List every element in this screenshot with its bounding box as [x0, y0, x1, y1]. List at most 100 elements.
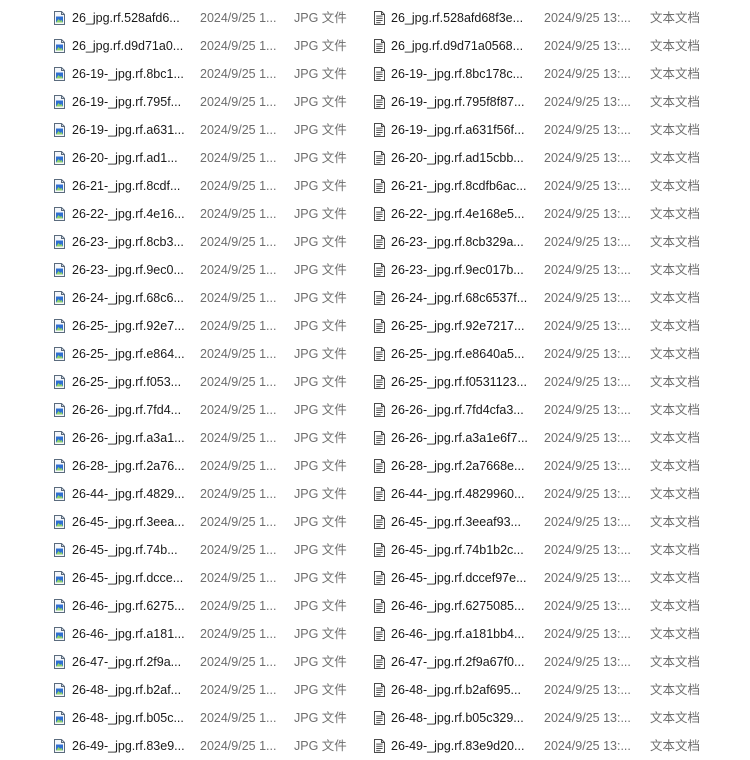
file-row[interactable]: 26-25-_jpg.rf.e8640a5... 2024/9/25 13:..…: [372, 340, 732, 368]
file-name[interactable]: 26-26-_jpg.rf.7fd4...: [72, 396, 184, 424]
file-name[interactable]: 26-46-_jpg.rf.6275085...: [391, 592, 529, 620]
file-name[interactable]: 26-21-_jpg.rf.8cdfb6ac...: [391, 172, 529, 200]
file-row[interactable]: 26-48-_jpg.rf.b2af695... 2024/9/25 13:..…: [372, 676, 732, 704]
file-name[interactable]: 26-26-_jpg.rf.7fd4cfa3...: [391, 396, 529, 424]
file-name[interactable]: 26-26-_jpg.rf.a3a1...: [72, 424, 184, 452]
file-row[interactable]: 26-46-_jpg.rf.a181... 2024/9/25 1... JPG…: [54, 620, 354, 648]
file-row[interactable]: 26-24-_jpg.rf.68c6... 2024/9/25 1... JPG…: [54, 284, 354, 312]
file-name[interactable]: 26-47-_jpg.rf.2f9a67f0...: [391, 648, 529, 676]
file-row[interactable]: 26-25-_jpg.rf.f053... 2024/9/25 1... JPG…: [54, 368, 354, 396]
file-row[interactable]: 26-19-_jpg.rf.795f8f87... 2024/9/25 13:.…: [372, 88, 732, 116]
file-name[interactable]: 26-45-_jpg.rf.74b1b2c...: [391, 536, 529, 564]
file-name[interactable]: 26-45-_jpg.rf.3eeaf93...: [391, 508, 529, 536]
file-name[interactable]: 26-23-_jpg.rf.9ec0...: [72, 256, 184, 284]
file-row[interactable]: 26-45-_jpg.rf.dcce... 2024/9/25 1... JPG…: [54, 564, 354, 592]
file-name[interactable]: 26-45-_jpg.rf.74b...: [72, 536, 184, 564]
file-row[interactable]: 26-19-_jpg.rf.8bc178c... 2024/9/25 13:..…: [372, 60, 732, 88]
file-row[interactable]: 26-23-_jpg.rf.9ec0... 2024/9/25 1... JPG…: [54, 256, 354, 284]
file-row[interactable]: 26-45-_jpg.rf.dccef97e... 2024/9/25 13:.…: [372, 564, 732, 592]
file-name[interactable]: 26-24-_jpg.rf.68c6...: [72, 284, 184, 312]
file-name[interactable]: 26-19-_jpg.rf.795f...: [72, 88, 184, 116]
file-row[interactable]: 26_jpg.rf.528afd68f3e... 2024/9/25 13:..…: [372, 4, 732, 32]
file-row[interactable]: 26-21-_jpg.rf.8cdf... 2024/9/25 1... JPG…: [54, 172, 354, 200]
file-row[interactable]: 26-44-_jpg.rf.4829... 2024/9/25 1... JPG…: [54, 480, 354, 508]
file-name[interactable]: 26-44-_jpg.rf.4829...: [72, 480, 184, 508]
file-row[interactable]: 26-23-_jpg.rf.9ec017b... 2024/9/25 13:..…: [372, 256, 732, 284]
file-name[interactable]: 26-26-_jpg.rf.a3a1e6f7...: [391, 424, 529, 452]
file-name[interactable]: 26-48-_jpg.rf.b2af...: [72, 676, 184, 704]
file-row[interactable]: 26-19-_jpg.rf.a631f56f... 2024/9/25 13:.…: [372, 116, 732, 144]
file-name[interactable]: 26-45-_jpg.rf.3eea...: [72, 508, 184, 536]
file-row[interactable]: 26-22-_jpg.rf.4e16... 2024/9/25 1... JPG…: [54, 200, 354, 228]
file-name[interactable]: 26-48-_jpg.rf.b2af695...: [391, 676, 529, 704]
file-row[interactable]: 26-28-_jpg.rf.2a76... 2024/9/25 1... JPG…: [54, 452, 354, 480]
file-row[interactable]: 26-21-_jpg.rf.8cdfb6ac... 2024/9/25 13:.…: [372, 172, 732, 200]
file-row[interactable]: 26-46-_jpg.rf.6275... 2024/9/25 1... JPG…: [54, 592, 354, 620]
file-name[interactable]: 26-19-_jpg.rf.a631f56f...: [391, 116, 529, 144]
file-row[interactable]: 26-26-_jpg.rf.a3a1... 2024/9/25 1... JPG…: [54, 424, 354, 452]
file-row[interactable]: 26-26-_jpg.rf.a3a1e6f7... 2024/9/25 13:.…: [372, 424, 732, 452]
file-row[interactable]: 26-19-_jpg.rf.8bc1... 2024/9/25 1... JPG…: [54, 60, 354, 88]
file-name[interactable]: 26_jpg.rf.d9d71a0...: [72, 32, 184, 60]
file-row[interactable]: 26-20-_jpg.rf.ad1... 2024/9/25 1... JPG …: [54, 144, 354, 172]
file-name[interactable]: 26-45-_jpg.rf.dcce...: [72, 564, 184, 592]
file-row[interactable]: 26-22-_jpg.rf.4e168e5... 2024/9/25 13:..…: [372, 200, 732, 228]
file-row[interactable]: 26-48-_jpg.rf.b05c329... 2024/9/25 13:..…: [372, 704, 732, 732]
file-row[interactable]: 26-47-_jpg.rf.2f9a67f0... 2024/9/25 13:.…: [372, 648, 732, 676]
file-name[interactable]: 26-25-_jpg.rf.92e7...: [72, 312, 184, 340]
file-name[interactable]: 26-22-_jpg.rf.4e168e5...: [391, 200, 529, 228]
file-row[interactable]: 26-45-_jpg.rf.74b1b2c... 2024/9/25 13:..…: [372, 536, 732, 564]
file-name[interactable]: 26-44-_jpg.rf.4829960...: [391, 480, 529, 508]
file-row[interactable]: 26-44-_jpg.rf.4829960... 2024/9/25 13:..…: [372, 480, 732, 508]
file-name[interactable]: 26-25-_jpg.rf.e864...: [72, 340, 184, 368]
file-name[interactable]: 26-19-_jpg.rf.8bc178c...: [391, 60, 529, 88]
file-name[interactable]: 26-49-_jpg.rf.83e9...: [72, 732, 184, 760]
file-row[interactable]: 26-48-_jpg.rf.b05c... 2024/9/25 1... JPG…: [54, 704, 354, 732]
file-name[interactable]: 26-25-_jpg.rf.f053...: [72, 368, 184, 396]
file-name[interactable]: 26_jpg.rf.528afd68f3e...: [391, 4, 529, 32]
file-row[interactable]: 26-46-_jpg.rf.a181bb4... 2024/9/25 13:..…: [372, 620, 732, 648]
file-name[interactable]: 26-24-_jpg.rf.68c6537f...: [391, 284, 529, 312]
file-row[interactable]: 26-26-_jpg.rf.7fd4... 2024/9/25 1... JPG…: [54, 396, 354, 424]
file-name[interactable]: 26-19-_jpg.rf.8bc1...: [72, 60, 184, 88]
file-name[interactable]: 26-25-_jpg.rf.92e7217...: [391, 312, 529, 340]
file-name[interactable]: 26-20-_jpg.rf.ad15cbb...: [391, 144, 529, 172]
file-row[interactable]: 26-45-_jpg.rf.74b... 2024/9/25 1... JPG …: [54, 536, 354, 564]
file-row[interactable]: 26-45-_jpg.rf.3eeaf93... 2024/9/25 13:..…: [372, 508, 732, 536]
file-row[interactable]: 26-25-_jpg.rf.92e7... 2024/9/25 1... JPG…: [54, 312, 354, 340]
file-row[interactable]: 26_jpg.rf.d9d71a0568... 2024/9/25 13:...…: [372, 32, 732, 60]
file-name[interactable]: 26_jpg.rf.528afd6...: [72, 4, 184, 32]
file-name[interactable]: 26-48-_jpg.rf.b05c329...: [391, 704, 529, 732]
file-name[interactable]: 26-23-_jpg.rf.8cb329a...: [391, 228, 529, 256]
file-name[interactable]: 26-48-_jpg.rf.b05c...: [72, 704, 184, 732]
file-name[interactable]: 26-28-_jpg.rf.2a7668e...: [391, 452, 529, 480]
file-row[interactable]: 26-25-_jpg.rf.f0531123... 2024/9/25 13:.…: [372, 368, 732, 396]
file-row[interactable]: 26-46-_jpg.rf.6275085... 2024/9/25 13:..…: [372, 592, 732, 620]
file-name[interactable]: 26-20-_jpg.rf.ad1...: [72, 144, 184, 172]
file-row[interactable]: 26-20-_jpg.rf.ad15cbb... 2024/9/25 13:..…: [372, 144, 732, 172]
file-name[interactable]: 26-46-_jpg.rf.a181...: [72, 620, 184, 648]
file-name[interactable]: 26-25-_jpg.rf.e8640a5...: [391, 340, 529, 368]
file-row[interactable]: 26-45-_jpg.rf.3eea... 2024/9/25 1... JPG…: [54, 508, 354, 536]
file-name[interactable]: 26-49-_jpg.rf.83e9d20...: [391, 732, 529, 760]
file-name[interactable]: 26-22-_jpg.rf.4e16...: [72, 200, 184, 228]
file-name[interactable]: 26-45-_jpg.rf.dccef97e...: [391, 564, 529, 592]
file-row[interactable]: 26-23-_jpg.rf.8cb329a... 2024/9/25 13:..…: [372, 228, 732, 256]
file-row[interactable]: 26-23-_jpg.rf.8cb3... 2024/9/25 1... JPG…: [54, 228, 354, 256]
file-name[interactable]: 26-19-_jpg.rf.795f8f87...: [391, 88, 529, 116]
file-row[interactable]: 26-49-_jpg.rf.83e9... 2024/9/25 1... JPG…: [54, 732, 354, 760]
file-name[interactable]: 26-28-_jpg.rf.2a76...: [72, 452, 184, 480]
file-row[interactable]: 26-26-_jpg.rf.7fd4cfa3... 2024/9/25 13:.…: [372, 396, 732, 424]
file-name[interactable]: 26-46-_jpg.rf.6275...: [72, 592, 184, 620]
file-name[interactable]: 26-46-_jpg.rf.a181bb4...: [391, 620, 529, 648]
file-name[interactable]: 26-47-_jpg.rf.2f9a...: [72, 648, 184, 676]
file-row[interactable]: 26-47-_jpg.rf.2f9a... 2024/9/25 1... JPG…: [54, 648, 354, 676]
file-row[interactable]: 26-19-_jpg.rf.795f... 2024/9/25 1... JPG…: [54, 88, 354, 116]
file-row[interactable]: 26-28-_jpg.rf.2a7668e... 2024/9/25 13:..…: [372, 452, 732, 480]
file-row[interactable]: 26-24-_jpg.rf.68c6537f... 2024/9/25 13:.…: [372, 284, 732, 312]
file-row[interactable]: 26_jpg.rf.d9d71a0... 2024/9/25 1... JPG …: [54, 32, 354, 60]
file-name[interactable]: 26-19-_jpg.rf.a631...: [72, 116, 184, 144]
file-name[interactable]: 26_jpg.rf.d9d71a0568...: [391, 32, 529, 60]
file-name[interactable]: 26-25-_jpg.rf.f0531123...: [391, 368, 529, 396]
file-row[interactable]: 26_jpg.rf.528afd6... 2024/9/25 1... JPG …: [54, 4, 354, 32]
